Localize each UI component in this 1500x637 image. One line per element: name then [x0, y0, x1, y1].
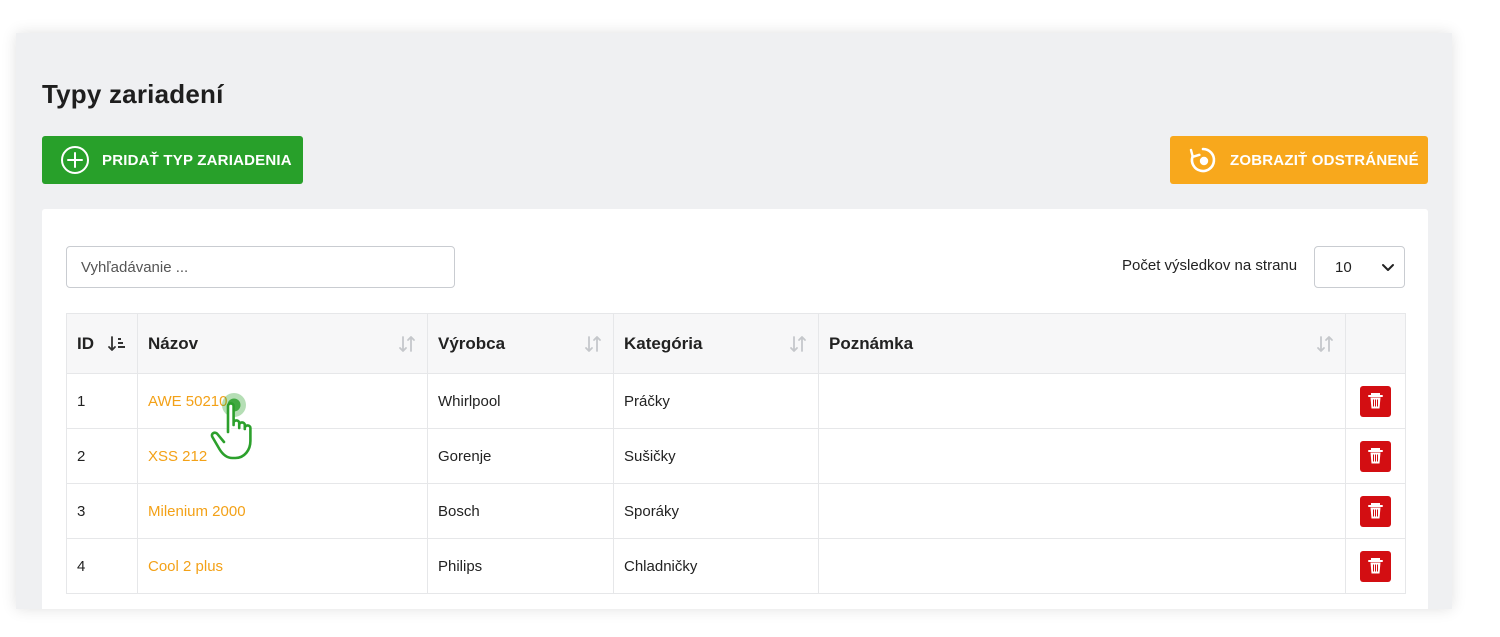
delete-button[interactable] [1360, 495, 1391, 527]
device-types-table: ID Názov Výrobca Kategória Poznámka 1 AW… [66, 313, 1406, 594]
trash-icon [1368, 557, 1383, 573]
cell-id: 1 [66, 373, 138, 429]
delete-button[interactable] [1360, 440, 1391, 472]
page-title: Typy zariadení [42, 79, 224, 109]
device-types-card: Počet výsledkov na stranu 10 ID [42, 209, 1428, 609]
table-row: 3 Milenium 2000 Bosch Sporáky [66, 483, 1406, 539]
cell-name: Cool 2 plus [137, 538, 428, 594]
cell-name: AWE 50210 [137, 373, 428, 429]
cell-category: Chladničky [613, 538, 819, 594]
cell-actions [1345, 483, 1406, 539]
device-type-link[interactable]: XSS 212 [148, 448, 207, 465]
column-header-id[interactable]: ID [66, 313, 138, 374]
show-deleted-label: ZOBRAZIŤ ODSTRÁNENÉ [1230, 151, 1419, 169]
table-header-row: ID Názov Výrobca Kategória Poznámka [66, 313, 1406, 374]
column-header-note[interactable]: Poznámka [818, 313, 1346, 374]
cell-actions [1345, 538, 1406, 594]
device-type-link[interactable]: AWE 50210 [148, 393, 228, 410]
cell-actions [1345, 428, 1406, 484]
sort-icon[interactable] [1315, 334, 1335, 354]
cell-category: Práčky [613, 373, 819, 429]
plus-circle-icon [60, 145, 90, 175]
device-type-link[interactable]: Milenium 2000 [148, 503, 246, 520]
column-header-actions [1345, 313, 1406, 374]
delete-button[interactable] [1360, 385, 1391, 417]
delete-button[interactable] [1360, 550, 1391, 582]
column-header-name[interactable]: Názov [137, 313, 428, 374]
sort-icon[interactable] [397, 334, 417, 354]
cell-manufacturer: Philips [427, 538, 614, 594]
table-row: 2 XSS 212 Gorenje Sušičky [66, 428, 1406, 484]
cell-manufacturer: Gorenje [427, 428, 614, 484]
trash-icon [1368, 447, 1383, 463]
device-type-link[interactable]: Cool 2 plus [148, 558, 223, 575]
trash-icon [1368, 502, 1383, 518]
cell-actions [1345, 373, 1406, 429]
results-per-page-value: 10 [1335, 258, 1352, 276]
column-header-category[interactable]: Kategória [613, 313, 819, 374]
cell-note [818, 483, 1346, 539]
search-input[interactable] [66, 246, 455, 288]
sort-icon[interactable] [583, 334, 603, 354]
cell-name: XSS 212 [137, 428, 428, 484]
cell-category: Sporáky [613, 483, 819, 539]
app-frame: Typy zariadení PRIDAŤ TYP ZARIADENIA ZOB… [16, 33, 1452, 609]
sort-icon[interactable] [788, 334, 808, 354]
cell-category: Sušičky [613, 428, 819, 484]
chevron-down-icon [1380, 259, 1396, 275]
results-per-page-select[interactable]: 10 [1314, 246, 1405, 288]
add-device-type-button[interactable]: PRIDAŤ TYP ZARIADENIA [42, 136, 303, 184]
show-deleted-button[interactable]: ZOBRAZIŤ ODSTRÁNENÉ [1170, 136, 1428, 184]
cell-id: 3 [66, 483, 138, 539]
cell-name: Milenium 2000 [137, 483, 428, 539]
cell-note [818, 428, 1346, 484]
cell-manufacturer: Bosch [427, 483, 614, 539]
table-row: 4 Cool 2 plus Philips Chladničky [66, 538, 1406, 594]
add-device-type-label: PRIDAŤ TYP ZARIADENIA [102, 151, 292, 169]
cell-note [818, 373, 1346, 429]
trash-icon [1368, 392, 1383, 408]
cell-manufacturer: Whirlpool [427, 373, 614, 429]
cell-id: 2 [66, 428, 138, 484]
table-row: 1 AWE 50210 Whirlpool Práčky [66, 373, 1406, 429]
cell-note [818, 538, 1346, 594]
sort-descending-icon[interactable] [107, 334, 127, 354]
restore-icon [1188, 145, 1218, 175]
results-per-page-label: Počet výsledkov na stranu [1122, 257, 1298, 274]
cell-id: 4 [66, 538, 138, 594]
column-header-manufacturer[interactable]: Výrobca [427, 313, 614, 374]
